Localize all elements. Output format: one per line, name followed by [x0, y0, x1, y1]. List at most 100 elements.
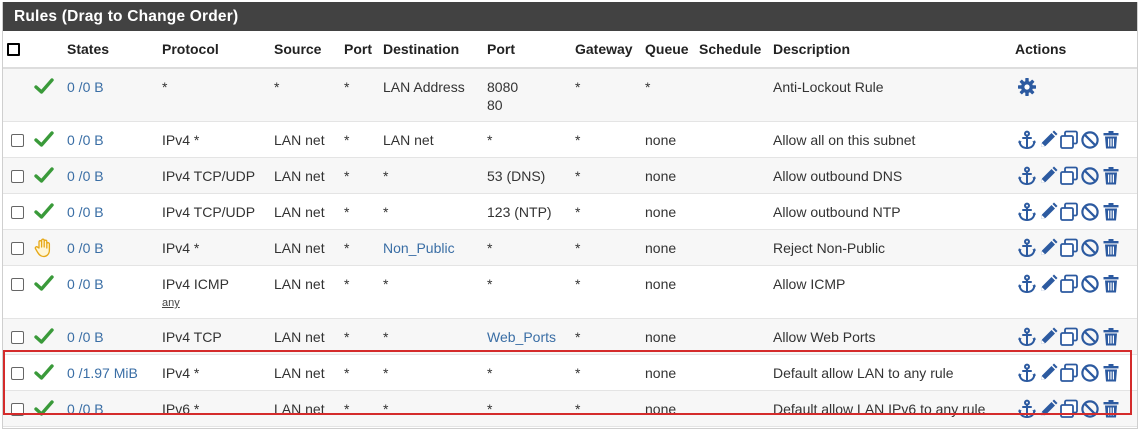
pencil-icon[interactable] [1038, 363, 1059, 380]
check-icon[interactable] [34, 77, 67, 94]
ban-icon[interactable] [1080, 400, 1101, 418]
anchor-icon[interactable] [1017, 130, 1038, 150]
row-select-checkbox[interactable] [11, 170, 24, 183]
ban-icon[interactable] [1080, 131, 1101, 149]
anchor-icon[interactable] [1017, 399, 1038, 419]
schedule-value [699, 266, 773, 275]
trash-icon[interactable] [1101, 167, 1122, 185]
states-value[interactable]: 0 /0 B [67, 158, 162, 185]
trash-icon[interactable] [1101, 275, 1122, 293]
description-value: Allow ICMP [773, 276, 846, 292]
destination-value[interactable]: Non_Public [383, 230, 487, 257]
ban-icon[interactable] [1080, 167, 1101, 185]
row-actions [1017, 230, 1137, 258]
ban-icon[interactable] [1080, 203, 1101, 221]
select-all-checkbox[interactable] [7, 42, 20, 56]
check-icon[interactable] [34, 202, 67, 219]
copy-icon[interactable] [1059, 363, 1080, 382]
pencil-icon[interactable] [1038, 130, 1059, 147]
queue-value: none [645, 168, 677, 184]
trash-icon[interactable] [1101, 364, 1122, 382]
row-select-checkbox[interactable] [11, 331, 24, 344]
destination-value: LAN Address [383, 79, 465, 95]
source-value: LAN net [274, 329, 325, 345]
states-value[interactable]: 0 /0 B [67, 194, 162, 221]
table-row[interactable]: 0 /0 B IPv4 * LAN net * LAN net * * none Allow a… [3, 121, 1137, 158]
row-select-checkbox[interactable] [11, 367, 24, 380]
anchor-icon[interactable] [1017, 202, 1038, 222]
trash-icon[interactable] [1101, 131, 1122, 149]
ban-icon[interactable] [1080, 239, 1101, 257]
ban-icon[interactable] [1080, 364, 1101, 382]
trash-icon[interactable] [1101, 239, 1122, 257]
check-icon[interactable] [34, 399, 67, 416]
copy-icon[interactable] [1059, 399, 1080, 418]
protocol-value: IPv4 TCP [162, 329, 222, 345]
check-icon[interactable] [34, 274, 67, 291]
dst-port-value: * [487, 401, 493, 417]
copy-icon[interactable] [1059, 202, 1080, 221]
ban-icon[interactable] [1080, 328, 1101, 346]
queue-value: none [645, 240, 677, 256]
states-value[interactable]: 0 /0 B [67, 230, 162, 257]
row-select-checkbox[interactable] [11, 242, 24, 255]
trash-icon[interactable] [1101, 400, 1122, 418]
table-header-row: States Protocol Source Port Destination … [3, 31, 1137, 69]
trash-icon[interactable] [1101, 328, 1122, 346]
copy-icon[interactable] [1059, 327, 1080, 346]
ban-icon[interactable] [1080, 275, 1101, 293]
src-port-value: * [344, 365, 350, 381]
check-icon[interactable] [34, 363, 67, 380]
table-row[interactable]: 0 /0 B IPv4 TCP LAN net * * Web_Ports * none All… [3, 318, 1137, 355]
row-select-checkbox[interactable] [11, 403, 24, 416]
gateway-value: * [575, 401, 581, 417]
anchor-icon[interactable] [1017, 327, 1038, 347]
table-row[interactable]: 0 /1.97 MiB IPv4 * LAN net * * * * none Default … [3, 354, 1137, 391]
states-value[interactable]: 0 /0 B [67, 266, 162, 293]
states-value[interactable]: 0 /0 B [67, 319, 162, 346]
states-value[interactable]: 0 /0 B [67, 69, 162, 96]
states-value[interactable]: 0 /1.97 MiB [67, 355, 162, 382]
copy-icon[interactable] [1059, 238, 1080, 257]
check-icon[interactable] [34, 166, 67, 183]
check-icon[interactable] [34, 327, 67, 344]
anchor-icon[interactable] [1017, 274, 1038, 294]
icmp-subtype[interactable]: any [162, 297, 274, 309]
table-row[interactable]: 0 /0 B IPv4 ICMP any LAN net * * * * none Allow I… [3, 265, 1137, 319]
destination-value: * [383, 365, 389, 381]
copy-icon[interactable] [1059, 166, 1080, 185]
table-row[interactable]: 0 /0 B IPv4 TCP/UDP LAN net * * 123 (NTP) * non… [3, 193, 1137, 230]
col-dst-port: Port [487, 31, 575, 69]
trash-icon[interactable] [1101, 203, 1122, 221]
copy-icon[interactable] [1059, 274, 1080, 293]
pencil-icon[interactable] [1038, 238, 1059, 255]
hand-icon[interactable] [34, 238, 67, 258]
table-row[interactable]: 0 /0 B IPv4 * LAN net * Non_Public * * none Reje… [3, 229, 1137, 266]
anchor-icon[interactable] [1017, 238, 1038, 258]
src-port-value: * [344, 276, 350, 292]
check-icon[interactable] [34, 130, 67, 147]
gateway-value: * [575, 204, 581, 220]
table-row[interactable]: 0 /0 B IPv4 TCP/UDP LAN net * * 53 (DNS) * none… [3, 157, 1137, 194]
source-value: LAN net [274, 168, 325, 184]
destination-value: * [383, 401, 389, 417]
row-select-checkbox[interactable] [11, 134, 24, 147]
states-value[interactable]: 0 /0 B [67, 122, 162, 149]
gear-icon[interactable] [1017, 78, 1038, 96]
pencil-icon[interactable] [1038, 327, 1059, 344]
anchor-icon[interactable] [1017, 363, 1038, 383]
row-select-checkbox[interactable] [11, 278, 24, 291]
pencil-icon[interactable] [1038, 202, 1059, 219]
table-row[interactable]: 0 /0 B * * * LAN Address 8080 80 * * Anti-Lockout… [3, 68, 1137, 122]
row-select-checkbox[interactable] [11, 206, 24, 219]
table-row[interactable]: 0 /0 B IPv6 * LAN net * * * * none Default allow… [3, 390, 1137, 427]
source-value: LAN net [274, 240, 325, 256]
pencil-icon[interactable] [1038, 274, 1059, 291]
anchor-icon[interactable] [1017, 166, 1038, 186]
pencil-icon[interactable] [1038, 166, 1059, 183]
states-value[interactable]: 0 /0 B [67, 391, 162, 418]
pencil-icon[interactable] [1038, 399, 1059, 416]
queue-value: none [645, 276, 677, 292]
dst-port-value[interactable]: Web_Ports [487, 329, 556, 345]
copy-icon[interactable] [1059, 130, 1080, 149]
